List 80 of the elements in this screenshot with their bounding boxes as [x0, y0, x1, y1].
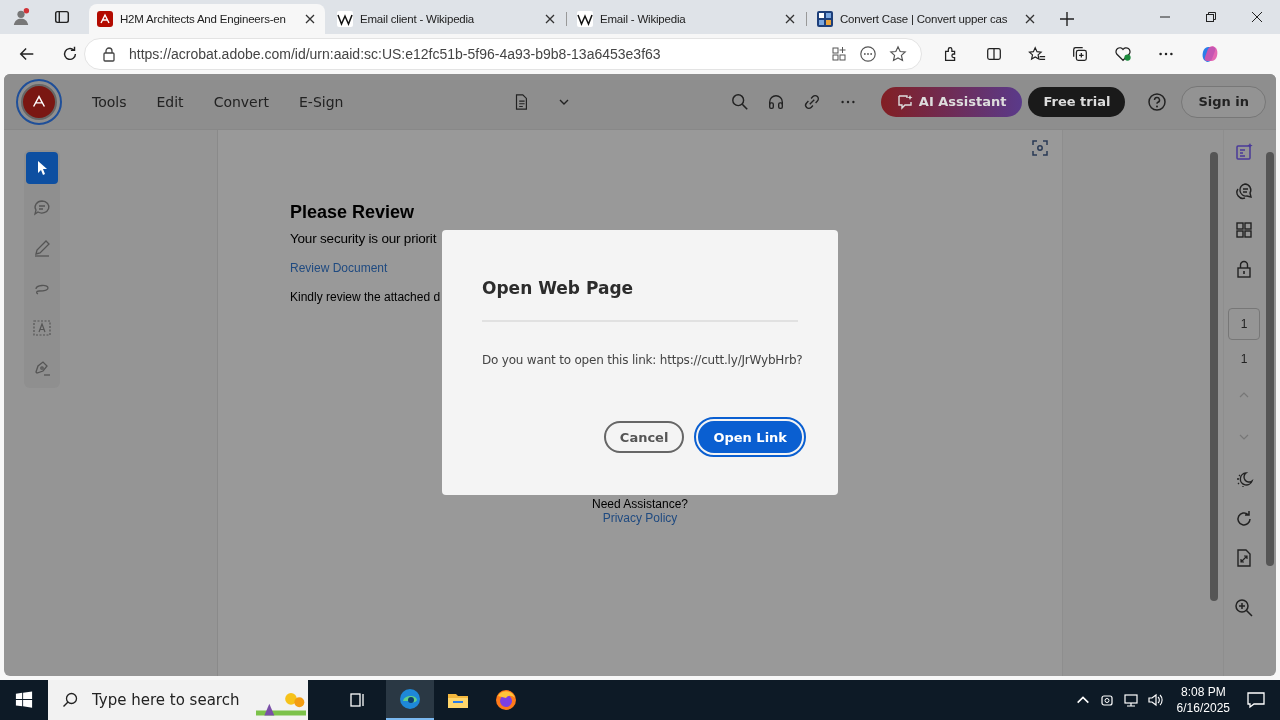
- w-logo-icon: [577, 11, 593, 27]
- rotate-icon[interactable]: [1234, 509, 1254, 529]
- zoom-in-icon[interactable]: [1234, 598, 1254, 618]
- close-icon[interactable]: [785, 14, 795, 24]
- restore-icon[interactable]: [1205, 11, 1217, 23]
- thumbnails-icon[interactable]: [1234, 220, 1254, 240]
- sparkle-chat-icon: [896, 93, 913, 110]
- camera-icon[interactable]: [1098, 692, 1115, 708]
- dialog-title: Open Web Page: [482, 278, 635, 298]
- collections-icon[interactable]: [1071, 45, 1089, 63]
- new-tab-icon[interactable]: [1059, 11, 1075, 27]
- sign-in-button[interactable]: Sign in: [1181, 85, 1266, 118]
- comments-icon[interactable]: [1234, 181, 1254, 201]
- tab-title: Convert Case | Convert upper cas: [840, 13, 1009, 25]
- close-icon[interactable]: [545, 14, 555, 24]
- refresh-icon[interactable]: [61, 45, 79, 63]
- tool-button[interactable]: [26, 152, 58, 184]
- profile-icon[interactable]: [12, 8, 30, 26]
- notifications-icon[interactable]: [1246, 690, 1266, 710]
- grid-icon: [817, 11, 833, 27]
- page-count: 1: [1240, 352, 1248, 366]
- help-icon[interactable]: [1147, 91, 1168, 112]
- menu-item[interactable]: Tools: [88, 93, 131, 110]
- tab-title: Email - Wikipedia: [600, 13, 687, 25]
- search-icon[interactable]: [730, 92, 749, 111]
- ai-summary-icon[interactable]: [1234, 142, 1254, 162]
- browser-tab[interactable]: H2M Architects And Engineers-en: [89, 4, 325, 34]
- search-field[interactable]: Type here to search: [90, 690, 244, 710]
- clock-time[interactable]: 8:08 PM: [1180, 684, 1226, 700]
- menu-item[interactable]: Convert: [209, 93, 273, 110]
- network-icon[interactable]: [1122, 692, 1139, 708]
- text-box-icon: [32, 318, 52, 338]
- free-trial-button[interactable]: Free trial: [1028, 86, 1126, 117]
- favorites-icon[interactable]: [1028, 45, 1046, 63]
- close-icon[interactable]: [1251, 11, 1263, 23]
- close-icon[interactable]: [1025, 14, 1035, 24]
- dark-mode-icon[interactable]: [1234, 470, 1254, 490]
- edge-taskbar-icon[interactable]: [386, 680, 434, 720]
- url-text: https://acrobat.adobe.com/id/urn:aaid:sc:US:e12fc51b-5f96-4a93-b9b8-13a6453e3f63: [129, 46, 661, 62]
- comment-icon: [32, 198, 52, 218]
- pencil-icon: [32, 238, 52, 258]
- dialog-message: Do you want to open this link: https://cutt.ly/JrWybHrb?: [482, 353, 803, 367]
- menu-item[interactable]: Edit: [152, 93, 188, 110]
- ai-assistant-button[interactable]: AI Assistant: [880, 86, 1023, 117]
- document-heading: Please Review: [290, 202, 415, 223]
- headphones-icon[interactable]: [766, 92, 785, 111]
- split-screen-icon[interactable]: [985, 45, 1003, 63]
- assistance-text: Need Assistance?: [591, 497, 689, 511]
- page-number-field[interactable]: 1: [1228, 308, 1260, 340]
- windows-start-icon[interactable]: [15, 691, 33, 709]
- lock-icon[interactable]: [1234, 259, 1254, 279]
- lock-icon: [101, 46, 117, 62]
- close-icon[interactable]: [305, 14, 315, 24]
- browser-tab[interactable]: Email client - Wikipedia: [329, 4, 565, 34]
- address-bar[interactable]: https://acrobat.adobe.com/id/urn:aaid:sc:US:e12fc51b-5f96-4a93-b9b8-13a6453e3f63: [84, 38, 922, 70]
- search-icon: [62, 692, 78, 708]
- browser-tab[interactable]: Email - Wikipedia: [569, 4, 805, 34]
- tab-title: Email client - Wikipedia: [360, 13, 476, 25]
- menu-item[interactable]: E-Sign: [295, 93, 348, 110]
- more-icon[interactable]: [859, 45, 877, 63]
- star-icon[interactable]: [889, 45, 907, 63]
- apps-icon[interactable]: [831, 46, 847, 62]
- pdf-icon: [97, 11, 113, 27]
- document-text: Kindly review the attached d: [290, 290, 441, 304]
- back-icon[interactable]: [18, 45, 36, 63]
- heartbeat-icon[interactable]: [1114, 45, 1132, 63]
- clock-date[interactable]: 6/16/2025: [1176, 700, 1230, 716]
- cancel-button[interactable]: Cancel: [603, 421, 685, 453]
- taskbar-search-bar[interactable]: Type here to search: [48, 680, 308, 720]
- link-icon[interactable]: [802, 92, 821, 111]
- browser-tab[interactable]: Convert Case | Convert upper cas: [809, 4, 1045, 34]
- page-fit-icon[interactable]: [1234, 548, 1254, 568]
- copilot-icon[interactable]: [1200, 44, 1220, 64]
- w-logo-icon: [337, 11, 353, 27]
- acrobat-logo-icon[interactable]: [16, 78, 62, 125]
- tab-actions-icon[interactable]: [53, 8, 71, 26]
- document-text: Your security is our priorit: [290, 231, 437, 246]
- tab-title: H2M Architects And Engineers-en: [120, 13, 287, 25]
- volume-icon[interactable]: [1146, 692, 1163, 708]
- scan-icon[interactable]: [1030, 138, 1050, 158]
